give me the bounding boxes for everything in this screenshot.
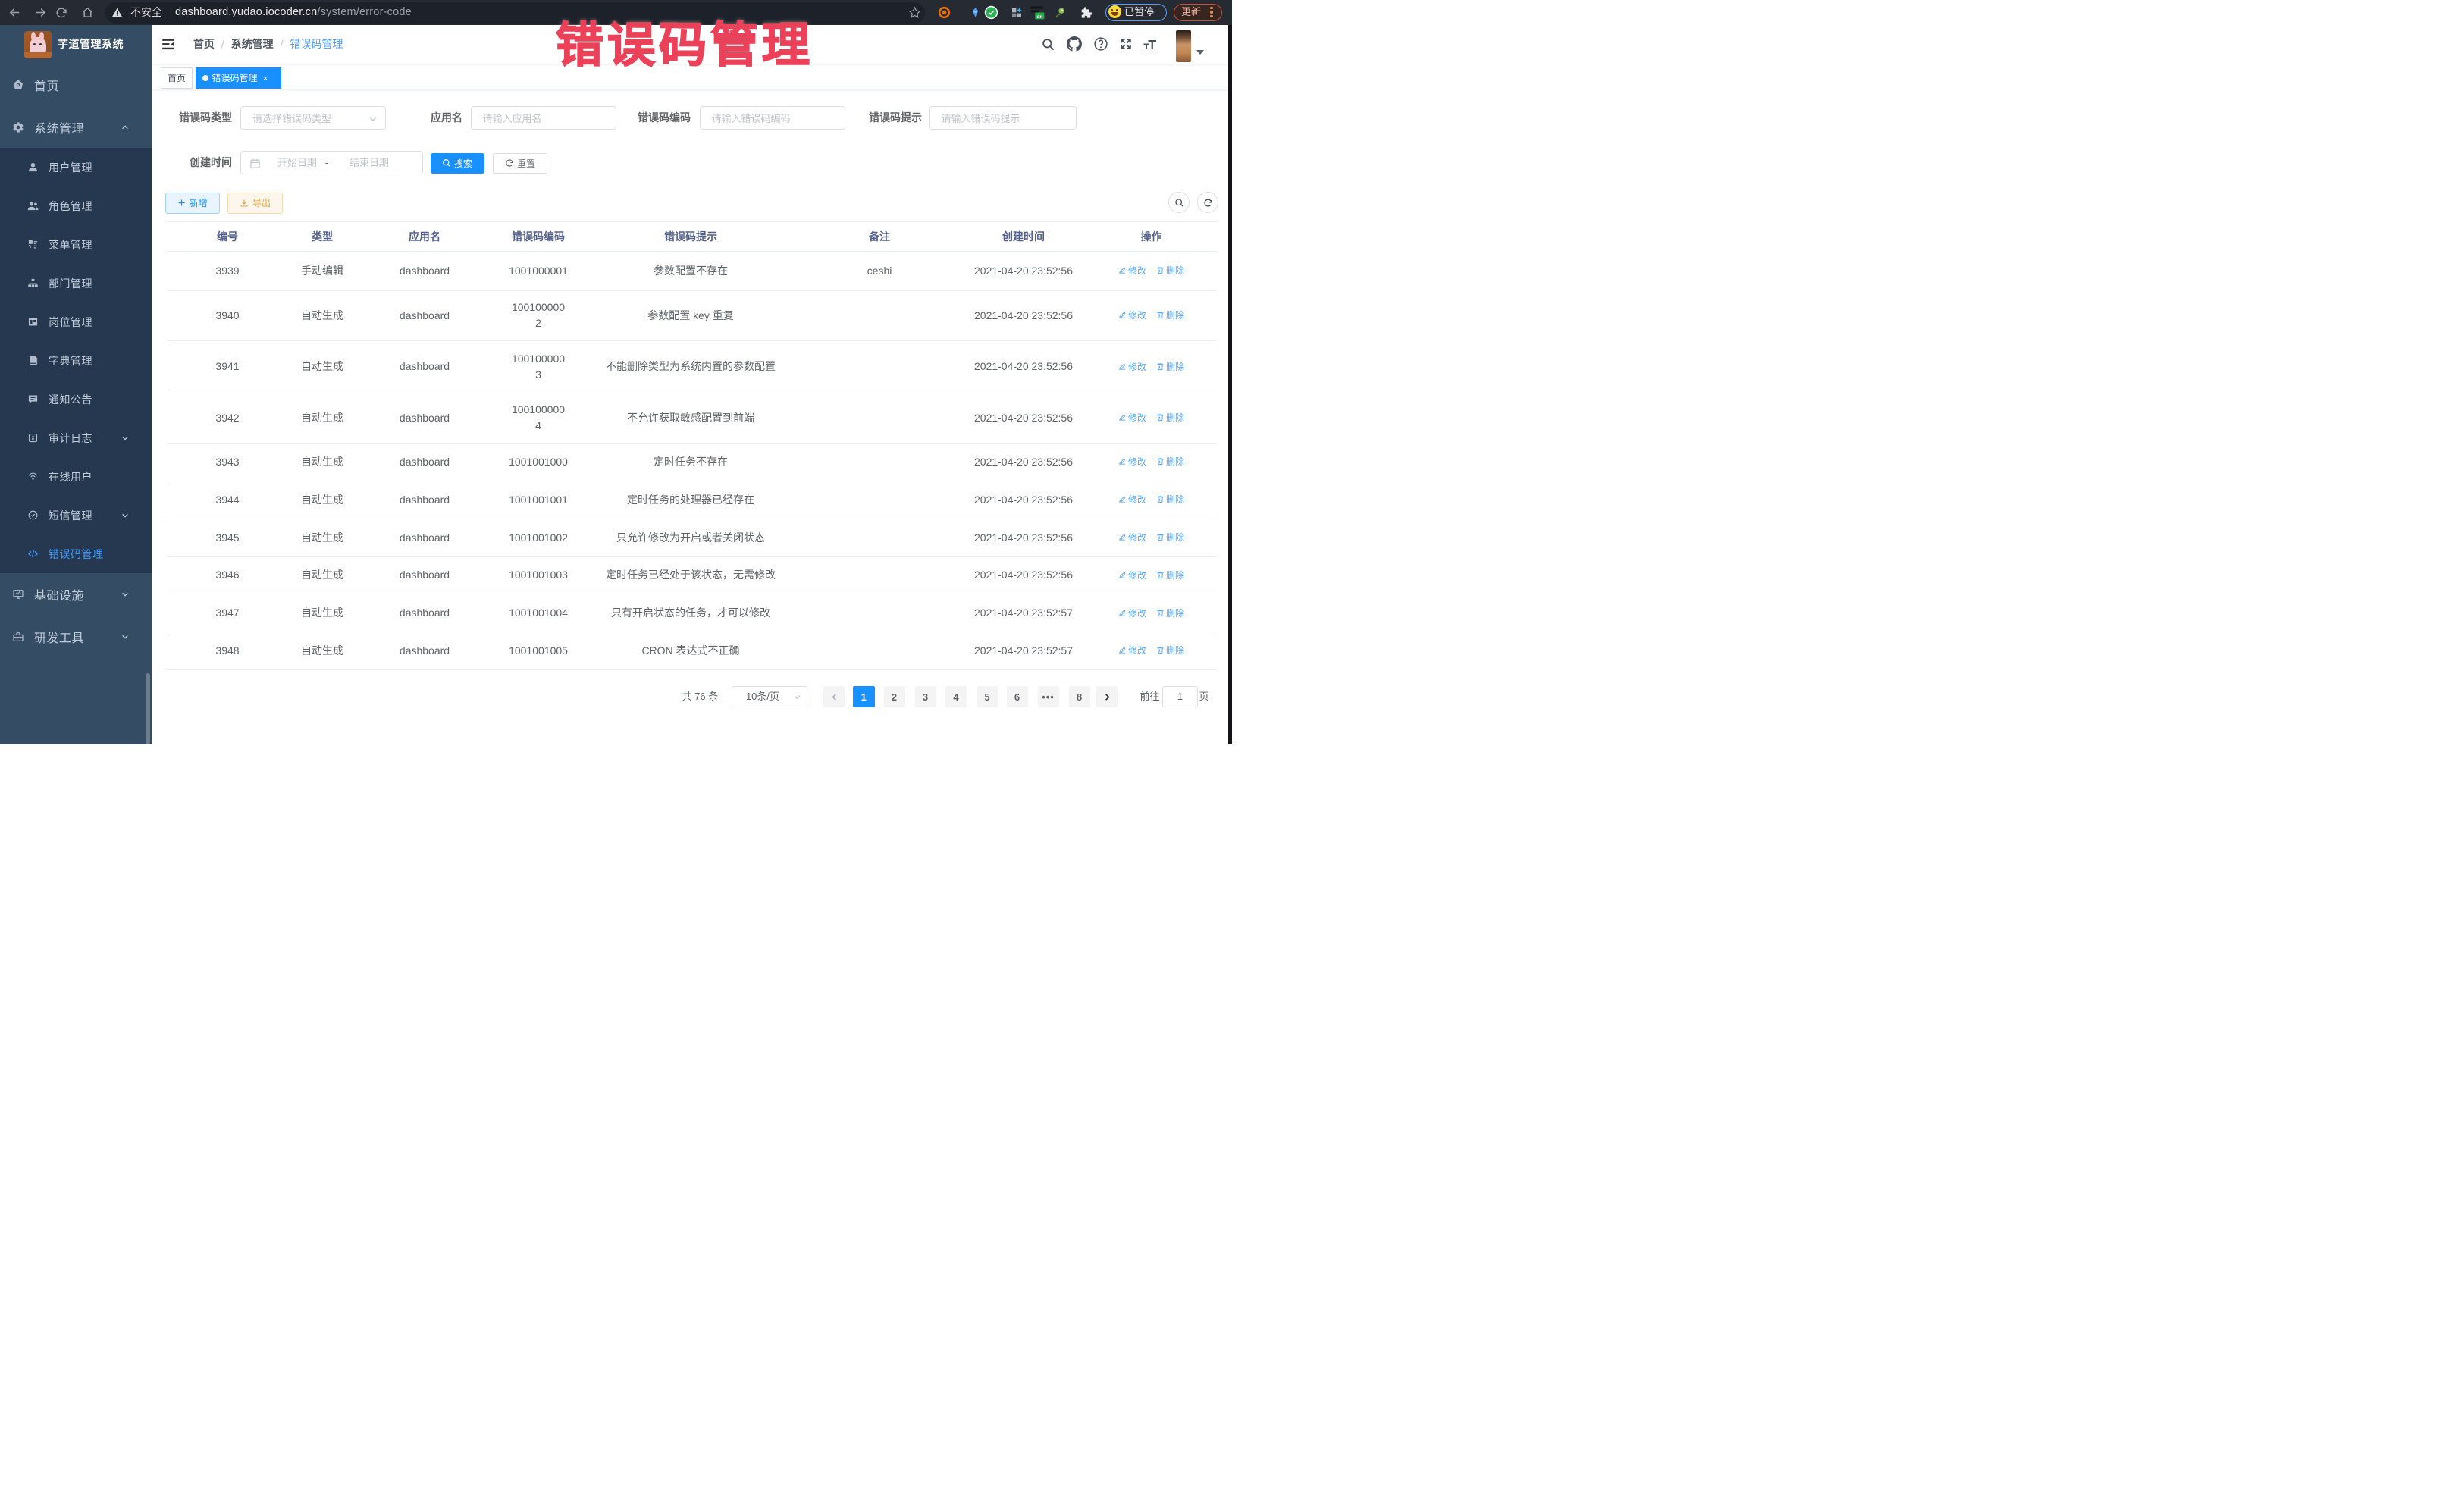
svg-text:on: on [1036, 14, 1042, 20]
